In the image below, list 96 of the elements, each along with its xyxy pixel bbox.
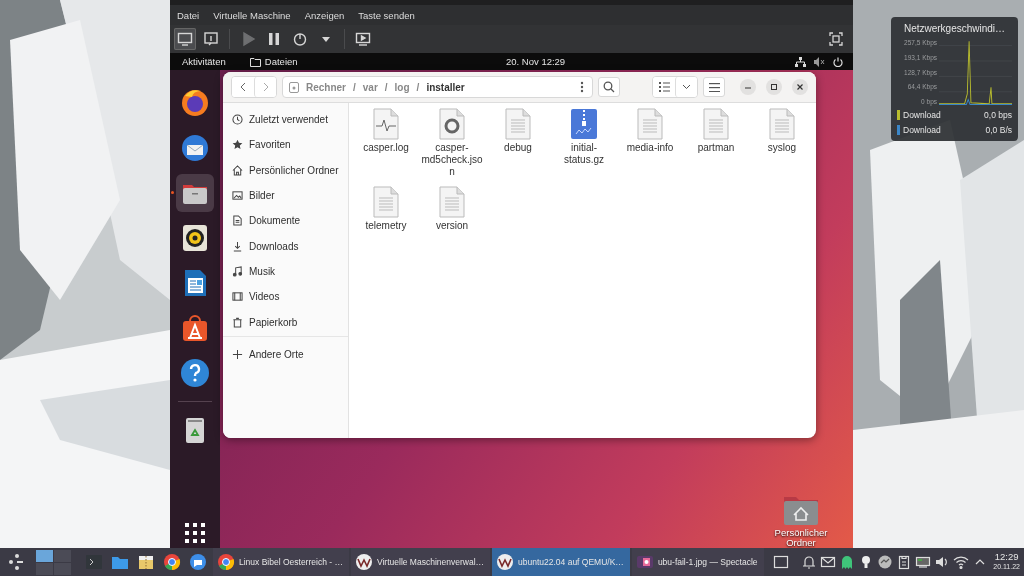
menu-item[interactable]: Anzeigen [304, 9, 345, 21]
file-name[interactable]: telemetry [354, 220, 418, 232]
legend-value: 0,0 B/s [985, 125, 1012, 135]
display-icon[interactable] [914, 554, 931, 570]
close-icon [796, 83, 804, 91]
desktop-pager[interactable] [36, 549, 71, 575]
sidebar-item[interactable]: Dokumente [223, 208, 348, 234]
path-crumb[interactable]: log [394, 81, 410, 93]
path-crumb[interactable]: Rechner [306, 81, 346, 93]
bell-icon[interactable] [800, 554, 817, 570]
file-name[interactable]: version [420, 220, 484, 232]
show-desktop-icon[interactable] [773, 554, 790, 570]
chat-bubble-icon[interactable] [189, 553, 207, 571]
search-button[interactable] [598, 77, 620, 97]
network-icon[interactable] [795, 56, 806, 67]
drive-icon [289, 81, 299, 93]
path-separator: / [416, 81, 420, 93]
sidebar-item[interactable]: Bilder [223, 182, 348, 209]
star-icon [232, 139, 243, 151]
chevron-left-icon [239, 82, 247, 92]
legend-value: 0,0 bps [984, 110, 1012, 120]
app-menu[interactable]: Dateien [249, 56, 298, 67]
maximize-icon [770, 83, 778, 91]
widget-title: Netzwerkgeschwindi… [902, 23, 1007, 34]
file-name[interactable]: casper.log [354, 142, 418, 154]
menu-item[interactable]: Virtuelle Maschine [213, 9, 291, 21]
speaker-muted-icon[interactable] [814, 56, 825, 67]
image-icon [232, 190, 243, 202]
json-file-icon[interactable] [438, 108, 466, 140]
list-icon [658, 82, 670, 92]
sidebar-item[interactable]: Papierkorb [223, 309, 348, 335]
document-icon [232, 215, 243, 227]
menu-icon [708, 82, 720, 92]
desktop-icon-label[interactable]: Persönlicher Ordner [766, 528, 836, 548]
volume-icon[interactable] [933, 554, 950, 570]
download-icon [232, 240, 243, 252]
menu-item[interactable]: Datei [177, 9, 200, 21]
archive-file-icon[interactable] [570, 108, 598, 140]
sidebar-item[interactable]: Favoriten [223, 132, 348, 158]
screenshot-icon [635, 553, 654, 571]
vm-logo-icon [496, 553, 515, 571]
path-separator: / [353, 81, 356, 93]
vm-logo-icon [354, 553, 373, 571]
app-grid-icon[interactable] [184, 522, 206, 544]
taskbar-task[interactable]: Virtuelle Maschinenverwal… [350, 548, 491, 576]
music-note-icon [232, 265, 243, 277]
archive-icon[interactable] [137, 553, 155, 571]
path-crumb[interactable]: var [362, 81, 378, 93]
chevron-right-icon [261, 82, 270, 92]
globe-icon[interactable] [876, 554, 893, 570]
minimize-button[interactable] [740, 79, 756, 95]
sidebar-item[interactable]: Zuletzt verwendet [223, 107, 348, 133]
file-name[interactable]: media-info [618, 142, 682, 154]
taskbar-task[interactable]: ubuntu22.04 auf QEMU/K… [492, 548, 630, 576]
log-file-icon[interactable] [372, 108, 400, 140]
trash-icon [232, 316, 243, 328]
browser-icon[interactable] [163, 553, 181, 571]
film-icon [232, 291, 243, 303]
home-folder-icon[interactable] [782, 494, 820, 526]
menu-button[interactable] [703, 77, 725, 97]
legend-label: Download [903, 110, 941, 120]
power-icon[interactable] [833, 56, 843, 67]
plus-icon [232, 348, 243, 360]
running-indicator [171, 191, 174, 194]
sidebar-item[interactable]: Downloads [223, 233, 348, 259]
launcher-icon[interactable] [8, 553, 26, 571]
caret-icon [682, 84, 691, 90]
monitor-icon[interactable] [174, 28, 196, 50]
path-crumb[interactable]: installer [426, 81, 465, 93]
wifi-icon[interactable] [952, 554, 969, 570]
file-name[interactable]: debug [486, 142, 550, 154]
sidebar-item[interactable]: Musik [223, 258, 348, 285]
search-icon [603, 81, 615, 93]
taskbar-task[interactable]: Linux Bibel Oesterreich - … [213, 548, 349, 576]
folder-icon[interactable] [176, 174, 214, 212]
clock[interactable]: 20. Nov 12:29 [506, 56, 566, 67]
mail-icon[interactable] [819, 554, 836, 570]
file-name[interactable]: initial-status.gz [552, 142, 616, 166]
close-button[interactable] [792, 79, 808, 95]
path-separator: / [384, 81, 388, 93]
kebab-menu-icon[interactable] [580, 81, 584, 93]
sidebar-item[interactable]: Andere Orte [223, 341, 348, 367]
folder-icon [249, 56, 261, 67]
sidebar-item[interactable]: Persönlicher Ordner [223, 157, 348, 183]
browser-icon [217, 553, 235, 571]
file-name[interactable]: partman [684, 142, 748, 154]
legend-label: Download [903, 125, 941, 135]
sidebar-item[interactable]: Videos [223, 284, 348, 310]
file-name[interactable]: syslog [750, 142, 814, 154]
file-name[interactable]: casper-md5check.json [420, 142, 484, 178]
menu-item[interactable]: Taste senden [358, 9, 415, 21]
home-icon [232, 164, 243, 176]
taskbar-task[interactable]: ubu-fail-1.jpg — Spectacle [631, 548, 764, 576]
clock-icon [232, 114, 243, 126]
activities-button[interactable]: Aktivitäten [182, 56, 226, 67]
maximize-button[interactable] [766, 79, 782, 95]
